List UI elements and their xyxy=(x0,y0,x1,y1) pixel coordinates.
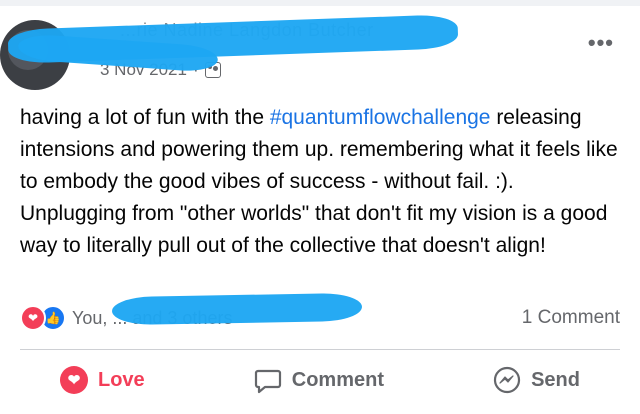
post-text-start: having a lot of fun with the xyxy=(20,106,270,129)
love-button[interactable]: ❤ Love xyxy=(20,366,185,394)
comment-button[interactable]: Comment xyxy=(214,366,424,394)
send-button[interactable]: Send xyxy=(453,366,620,394)
top-bar xyxy=(0,0,640,6)
send-label: Send xyxy=(531,368,580,391)
comment-count[interactable]: 1 Comment xyxy=(522,307,620,329)
post-text: having a lot of fun with the #quantumflo… xyxy=(20,102,620,262)
more-options-button[interactable]: ••• xyxy=(588,30,614,56)
divider xyxy=(20,349,620,350)
love-icon: ❤ xyxy=(20,305,46,331)
action-bar: ❤ Love Comment Send xyxy=(20,358,620,402)
heart-icon: ❤ xyxy=(60,366,88,394)
comment-icon xyxy=(254,366,282,394)
love-label: Love xyxy=(98,368,145,391)
messenger-icon xyxy=(493,366,521,394)
comment-label: Comment xyxy=(291,368,384,391)
hashtag-link[interactable]: #quantumflowchallenge xyxy=(270,106,491,129)
redaction-scribble xyxy=(111,292,363,326)
